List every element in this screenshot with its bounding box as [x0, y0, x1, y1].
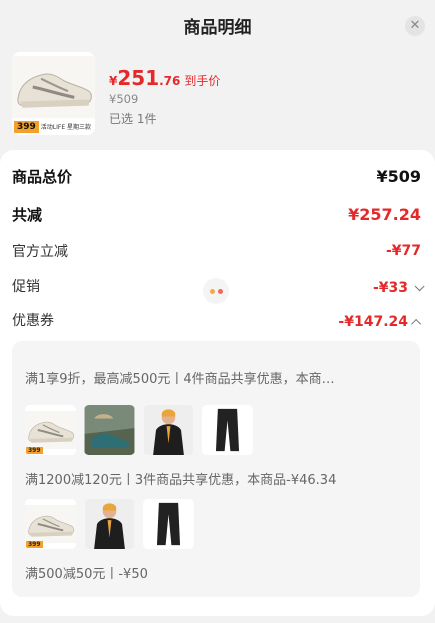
product-thumb-shoe[interactable]: 399 [25, 499, 76, 549]
coupon-row[interactable]: 优惠券 -¥147.24 [12, 310, 422, 330]
chevron-down-icon[interactable] [414, 280, 425, 291]
coupon-line-1: 满1享9折，最高减500元丨4件商品共享优惠，本商… [25, 372, 335, 387]
official-discount-row: 官方立减 -¥77 [12, 243, 421, 260]
coupon-1-products: 399 [25, 405, 253, 455]
price-detail-panel: 商品总价 ¥509 共减 ¥257.24 官方立减 -¥77 促销 -¥33 优… [0, 150, 435, 616]
shoe-image [12, 52, 95, 122]
original-price: ¥509 [109, 92, 139, 106]
page-title: 商品明细 [183, 18, 252, 38]
selected-count: 已选 1件 [109, 112, 157, 126]
reduce-row: 共减 ¥257.24 [12, 205, 421, 224]
product-thumb-jacket[interactable] [143, 405, 194, 455]
product-thumb-shoe[interactable]: 399 [25, 405, 76, 455]
header: 商品明细 ✕ [0, 0, 435, 50]
final-price: ¥251.76 到手价 [109, 66, 221, 90]
close-icon[interactable]: ✕ [405, 16, 425, 36]
product-thumb-jacket[interactable] [84, 499, 135, 549]
chevron-up-icon[interactable] [411, 318, 422, 329]
loading-spinner-icon [203, 278, 229, 304]
product-card: 399 活动LIFE 星期三款 ¥251.76 到手价 ¥509 已选 1件 [0, 50, 435, 146]
product-thumb-pants[interactable] [202, 405, 253, 455]
coupon-line-3: 满500减50元丨-¥50 [25, 567, 148, 582]
product-image: 399 活动LIFE 星期三款 [12, 52, 95, 135]
product-thumb-outdoor[interactable] [84, 405, 135, 455]
total-row: 商品总价 ¥509 [12, 167, 421, 186]
price-badge: 399 活动LIFE 星期三款 [14, 120, 94, 133]
product-thumb-pants[interactable] [143, 499, 194, 549]
coupon-2-products: 399 [25, 499, 194, 549]
coupon-line-2: 满1200减120元丨3件商品共享优惠，本商品-¥46.34 [25, 473, 337, 488]
coupon-details: 满1享9折，最高减500元丨4件商品共享优惠，本商… 399 满1200减120… [12, 341, 420, 597]
